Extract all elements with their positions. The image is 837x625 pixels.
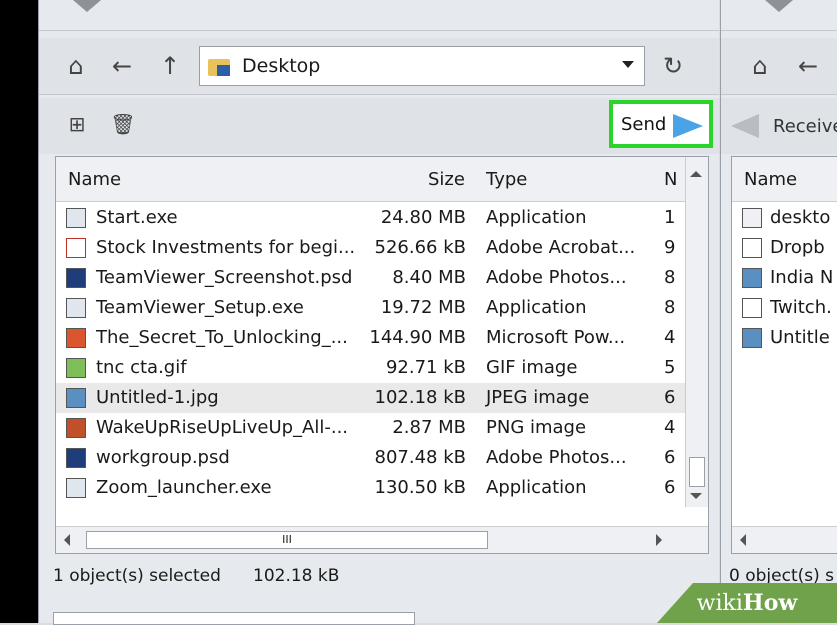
receive-arrow-icon xyxy=(731,114,759,138)
address-bar: ⌂ ← ↑ Desktop ↻ xyxy=(39,38,719,95)
pptx-file-icon xyxy=(66,328,86,348)
scroll-up-icon[interactable] xyxy=(690,171,702,177)
send-label: Send xyxy=(621,113,667,135)
back-arrow-icon[interactable]: ← xyxy=(105,50,139,82)
pdf-file-icon xyxy=(66,238,86,258)
file-list[interactable]: Name Size Type N Start.exe 24.80 MB Appl… xyxy=(55,156,709,554)
receive-button[interactable]: Receive xyxy=(773,116,837,137)
image-file-icon xyxy=(742,268,762,288)
scroll-down-icon[interactable] xyxy=(690,493,702,499)
local-panel: ⌂ ← ↑ Desktop ↻ ⊞ 🗑 Send Name Size Type … xyxy=(38,0,719,625)
table-row[interactable]: tnc cta.gif 92.71 kB GIF image 5 xyxy=(56,353,686,383)
bottom-tab-strip[interactable] xyxy=(53,612,415,625)
column-header-size[interactable]: Size xyxy=(428,169,465,190)
delete-icon[interactable]: 🗑 xyxy=(109,110,137,138)
column-header-name[interactable]: Name xyxy=(744,169,797,190)
list-item[interactable]: Untitle xyxy=(732,323,837,353)
shortcut-icon xyxy=(742,298,762,318)
status-size: 102.18 kB xyxy=(253,566,340,586)
toolbar: Receive xyxy=(721,98,837,154)
list-header: Name xyxy=(732,157,837,202)
panel-marker-icon xyxy=(73,0,101,12)
back-arrow-icon[interactable]: ← xyxy=(791,50,825,82)
list-item[interactable]: deskto xyxy=(732,203,837,233)
column-header-name[interactable]: Name xyxy=(68,169,121,190)
chevron-down-icon[interactable] xyxy=(622,61,634,68)
scroll-thumb[interactable] xyxy=(689,457,705,487)
folder-icon xyxy=(208,56,232,76)
table-row[interactable]: Zoom_launcher.exe 130.50 kB Application … xyxy=(56,473,686,503)
table-row[interactable]: The_Secret_To_Unlocking_... 144.90 MB Mi… xyxy=(56,323,686,353)
panel-marker-icon xyxy=(765,0,793,12)
column-header-type[interactable]: Type xyxy=(486,169,527,190)
window-edge xyxy=(0,0,38,623)
exe-file-icon xyxy=(66,208,86,228)
horizontal-scrollbar[interactable]: III xyxy=(56,526,708,553)
watermark-how: How xyxy=(742,590,798,616)
status-count: 1 object(s) selected xyxy=(53,566,221,586)
table-row[interactable]: TeamViewer_Setup.exe 19.72 MB Applicatio… xyxy=(56,293,686,323)
watermark-wiki: wiki xyxy=(696,590,743,616)
scroll-right-icon[interactable] xyxy=(656,534,662,546)
top-strip xyxy=(39,0,719,31)
exe-file-icon xyxy=(66,298,86,318)
list-item[interactable]: India N xyxy=(732,263,837,293)
table-row[interactable]: Start.exe 24.80 MB Application 1 xyxy=(56,203,686,233)
up-arrow-icon[interactable]: ↑ xyxy=(153,50,187,82)
path-dropdown[interactable]: Desktop xyxy=(199,46,645,86)
scroll-left-icon[interactable] xyxy=(740,534,746,546)
table-row[interactable]: TeamViewer_Screenshot.psd 8.40 MB Adobe … xyxy=(56,263,686,293)
address-bar: ⌂ ← xyxy=(721,38,837,95)
table-row[interactable]: Stock Investments for begi... 526.66 kB … xyxy=(56,233,686,263)
list-header: Name Size Type N xyxy=(56,157,708,202)
gif-file-icon xyxy=(66,358,86,378)
shortcut-icon xyxy=(742,238,762,258)
list-item[interactable]: Dropb xyxy=(732,233,837,263)
exe-file-icon xyxy=(66,478,86,498)
psd-file-icon xyxy=(66,268,86,288)
scroll-grip[interactable]: III xyxy=(86,531,488,549)
list-item[interactable]: Twitch. xyxy=(732,293,837,323)
png-file-icon xyxy=(66,418,86,438)
column-header-modified[interactable]: N xyxy=(664,169,677,190)
jpg-file-icon xyxy=(66,388,86,408)
path-label: Desktop xyxy=(242,55,321,77)
top-strip xyxy=(721,0,837,31)
remote-file-list[interactable]: Name deskto Dropb India N Twitch. Untitl… xyxy=(731,156,837,554)
image-file-icon xyxy=(742,328,762,348)
table-row-selected[interactable]: Untitled-1.jpg 102.18 kB JPEG image 6 xyxy=(56,383,686,413)
send-button[interactable]: Send xyxy=(609,100,713,148)
table-row[interactable]: WakeUpRiseUpLiveUp_All-... 2.87 MB PNG i… xyxy=(56,413,686,443)
scroll-left-icon[interactable] xyxy=(64,534,70,546)
toolbar: ⊞ 🗑 Send xyxy=(39,98,719,154)
vertical-scrollbar[interactable] xyxy=(685,157,708,507)
home-icon[interactable]: ⌂ xyxy=(59,50,93,82)
refresh-icon[interactable]: ↻ xyxy=(653,50,693,82)
psd-file-icon xyxy=(66,448,86,468)
new-folder-icon[interactable]: ⊞ xyxy=(61,110,93,138)
settings-file-icon xyxy=(742,208,762,228)
horizontal-scrollbar[interactable] xyxy=(732,526,837,553)
remote-panel: ⌂ ← Receive Name deskto Dropb India N Tw… xyxy=(720,0,837,623)
home-icon[interactable]: ⌂ xyxy=(743,50,777,82)
paper-plane-icon xyxy=(673,114,703,138)
table-row[interactable]: workgroup.psd 807.48 kB Adobe Photos... … xyxy=(56,443,686,473)
